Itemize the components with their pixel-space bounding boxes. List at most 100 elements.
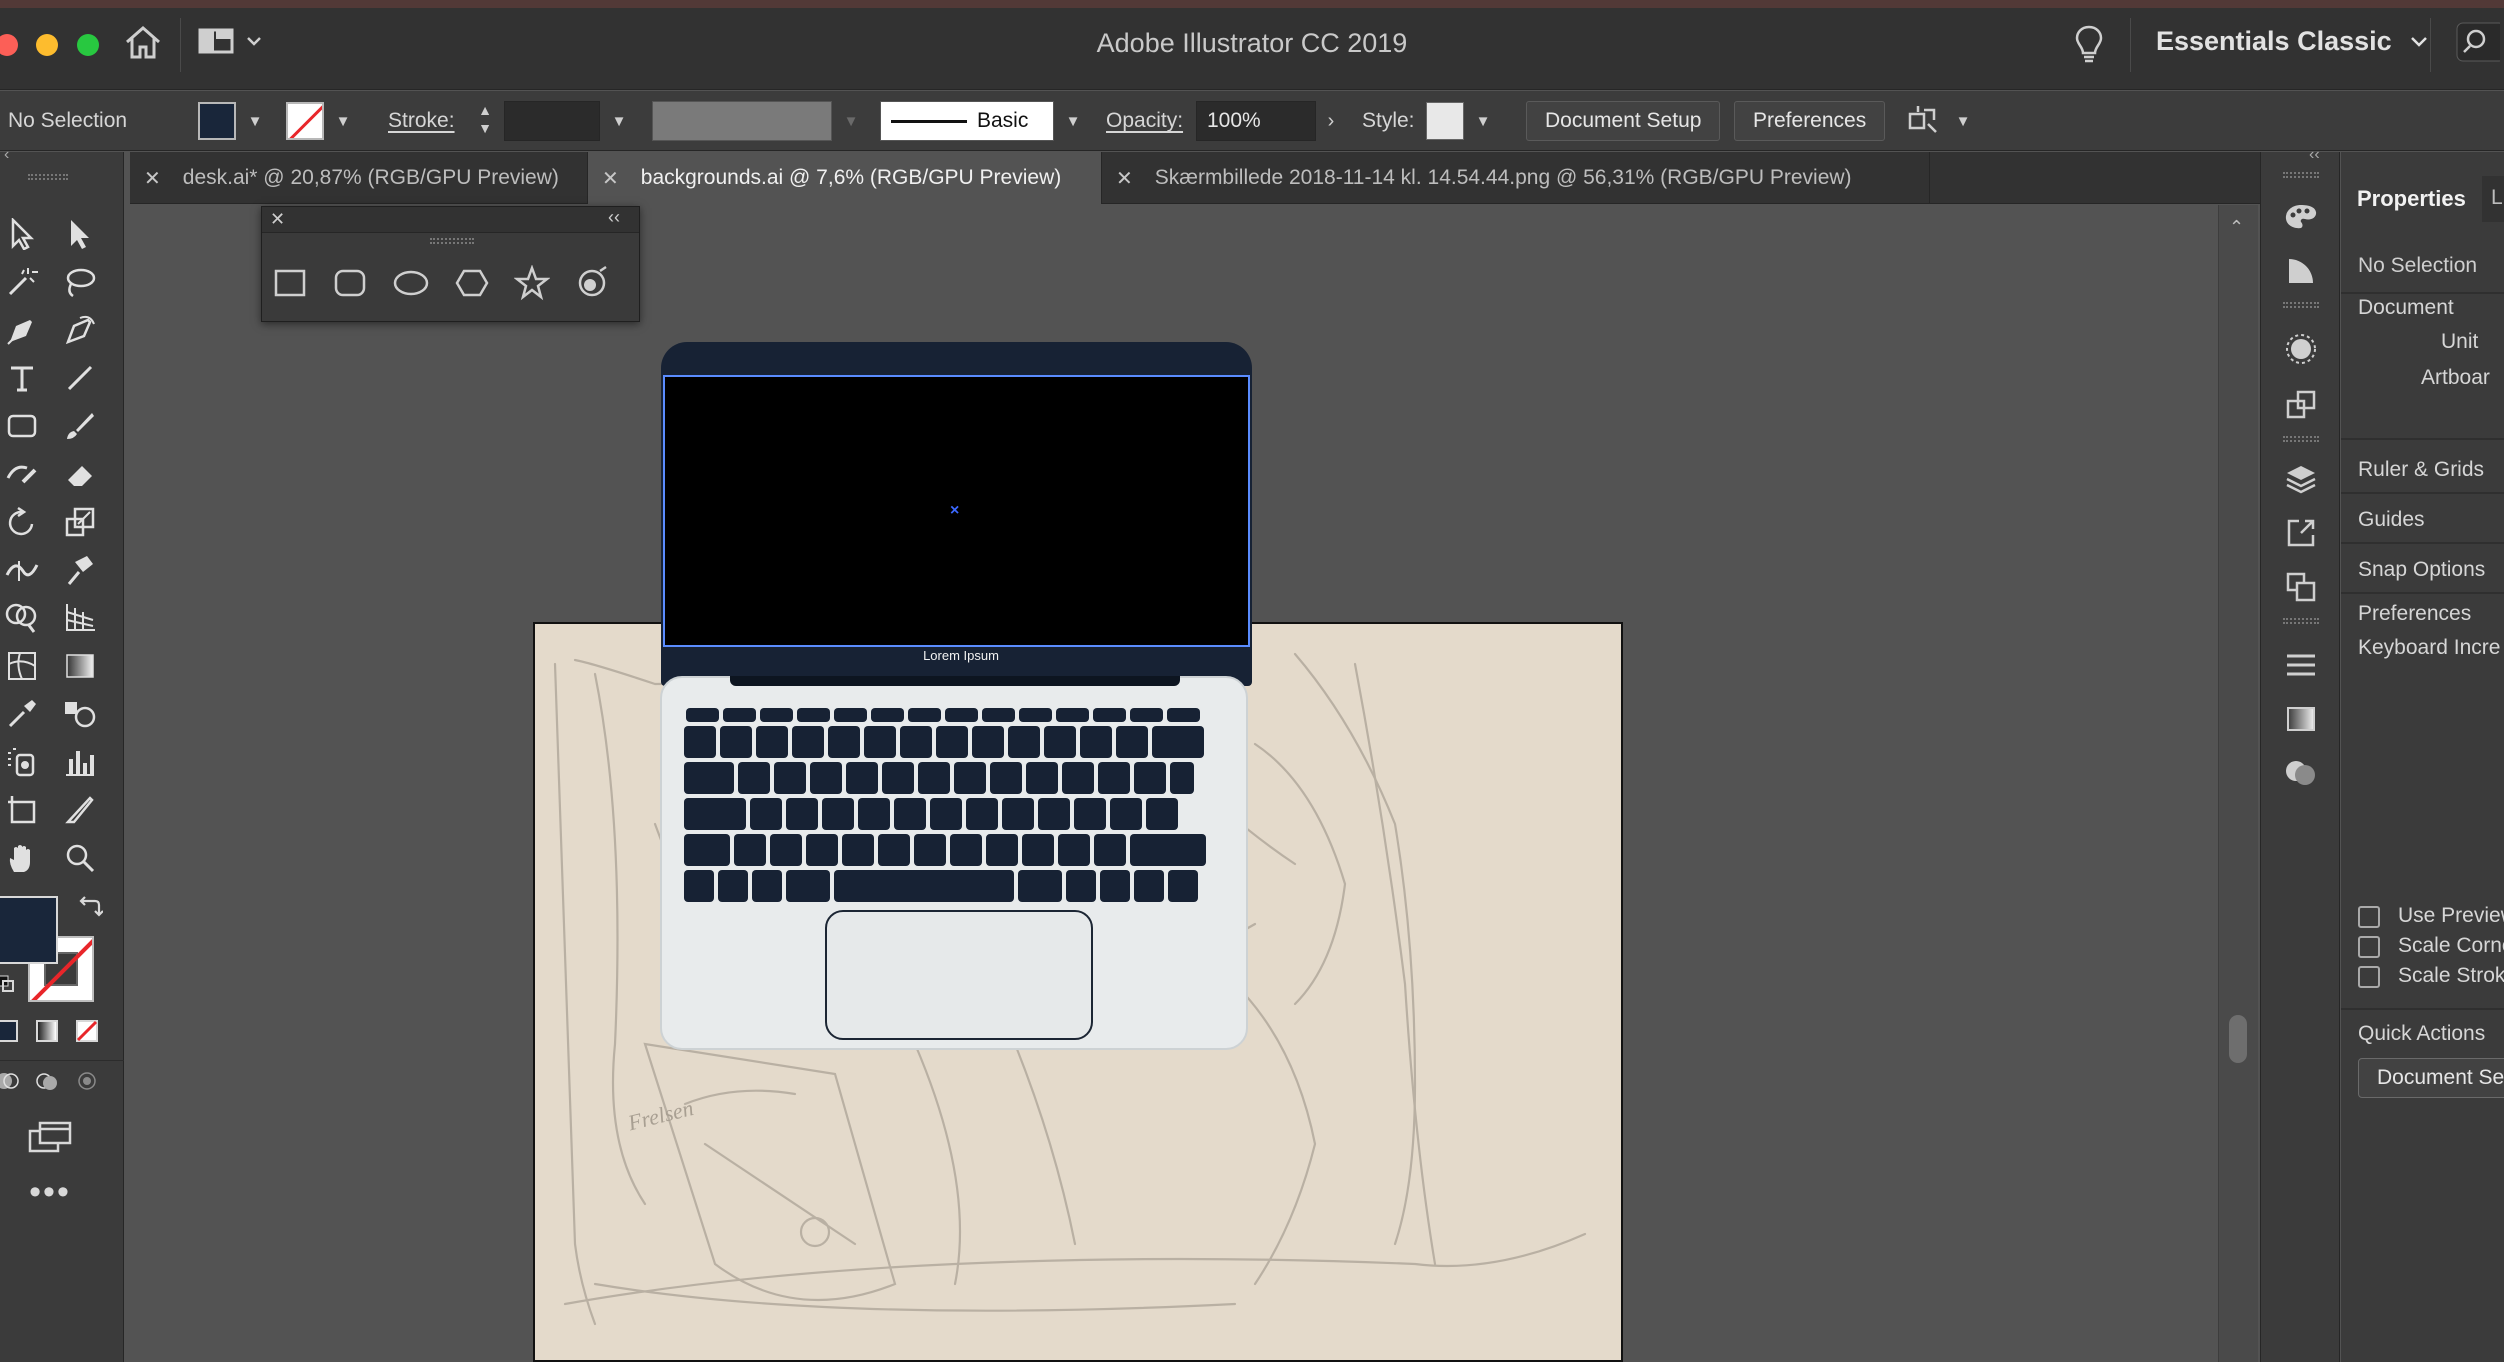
tab-screenshot[interactable]: ✕ Skærmbillede 2018-11-14 kl. 14.54.44.p… [1102,152,1930,204]
opacity-label[interactable]: Opacity: [1106,91,1183,151]
artboards-icon[interactable] [2276,564,2326,610]
scroll-up-icon[interactable]: ⌃ [2229,217,2244,238]
tab-desk[interactable]: ✕ desk.ai* @ 20,87% (RGB/GPU Preview) [130,152,588,204]
tab-backgrounds[interactable]: ✕ backgrounds.ai @ 7,6% (RGB/GPU Preview… [588,152,1102,204]
fill-swatch[interactable] [198,102,236,140]
variable-width-dropdown[interactable]: ▼ [836,101,866,141]
search-help-icon[interactable] [2456,22,2500,62]
width-tool-icon[interactable] [0,548,44,592]
stroke-swatch-dropdown[interactable]: ▼ [328,101,358,141]
guides-section[interactable]: Guides [2358,508,2425,532]
draw-normal-icon[interactable] [0,1066,22,1096]
shaper-tool-icon[interactable] [0,452,44,496]
mesh-tool-icon[interactable] [0,644,44,688]
polygon-icon[interactable] [454,265,490,301]
home-icon[interactable] [124,24,162,60]
minimize-window-button[interactable] [36,34,58,56]
preferences-section[interactable]: Preferences [2358,602,2471,626]
stroke-weight-dropdown[interactable]: ▼ [604,101,634,141]
collapse-panel-icon[interactable]: ‹‹ [608,207,620,228]
tab-libraries[interactable]: L [2491,186,2503,210]
graphic-style-swatch[interactable] [1426,102,1464,140]
flare-icon[interactable] [574,265,610,301]
scrollbar-thumb[interactable] [2229,1015,2247,1063]
color-palette-icon[interactable] [2276,194,2326,240]
rectangle-tool-icon[interactable] [0,404,44,448]
snap-options-section[interactable]: Snap Options [2358,558,2485,582]
none-mode-icon[interactable] [72,1016,102,1046]
default-fill-stroke-icon[interactable] [0,972,18,996]
document-setup-button[interactable]: Document Setup [1526,101,1721,141]
graphic-style-dropdown[interactable]: ▼ [1468,101,1498,141]
swap-fill-stroke-icon[interactable] [70,892,110,922]
gradient-tool-icon[interactable] [58,644,102,688]
color-mode-icon[interactable] [0,1016,22,1046]
variable-width-profile[interactable] [652,101,832,141]
opacity-field[interactable]: 100% [1196,101,1316,141]
ellipse-icon[interactable] [392,265,430,301]
vertical-scrollbar[interactable]: ⌃ [2218,205,2258,1362]
color-guide-icon[interactable] [2276,248,2326,294]
layers-icon[interactable] [2276,456,2326,502]
rounded-rectangle-icon[interactable] [332,265,368,301]
fill-color-box[interactable] [0,896,58,964]
tab-properties[interactable]: Properties [2341,176,2482,222]
lasso-icon[interactable] [58,260,102,304]
perspective-grid-icon[interactable] [58,596,102,640]
gradient-mode-icon[interactable] [32,1016,62,1046]
close-tab-icon[interactable]: ✕ [144,166,161,191]
brush-dropdown[interactable]: ▼ [1058,101,1088,141]
quick-document-setup-button[interactable]: Document Se [2358,1058,2504,1098]
stroke-weight-stepper[interactable]: ▲ ▼ [468,101,502,141]
opacity-arrow[interactable]: › [1316,101,1346,141]
selection-tool-icon[interactable] [0,212,44,256]
gradient-panel-icon[interactable] [2276,696,2326,742]
shape-builder-icon[interactable] [0,596,44,640]
pen-tool-icon[interactable] [0,308,44,352]
scale-strokes-checkbox[interactable] [2358,966,2380,988]
export-icon[interactable] [2276,510,2326,556]
use-preview-checkbox[interactable] [2358,906,2380,928]
rotate-tool-icon[interactable] [0,500,44,544]
zoom-tool-icon[interactable] [58,836,102,880]
screen-mode-icon[interactable] [26,1118,74,1158]
fill-dropdown[interactable]: ▼ [240,101,270,141]
arrange-icon[interactable] [1906,91,1940,151]
line-tool-icon[interactable] [58,356,102,400]
close-tab-icon[interactable]: ✕ [602,166,619,191]
direct-selection-tool-icon[interactable] [58,212,102,256]
arrange-documents-icon[interactable] [198,24,268,60]
arrange-dropdown[interactable]: ▼ [1948,101,1978,141]
ruler-grids-section[interactable]: Ruler & Grids [2358,458,2484,482]
puppet-warp-icon[interactable] [58,548,102,592]
column-graph-icon[interactable] [58,740,102,784]
stroke-swatch[interactable] [286,102,324,140]
scale-tool-icon[interactable] [58,500,102,544]
stroke-panel-icon[interactable] [2276,642,2326,688]
paintbrush-icon[interactable] [58,404,102,448]
transparency-icon[interactable] [2276,750,2326,796]
close-window-button[interactable] [0,34,18,56]
draw-inside-icon[interactable] [72,1066,102,1096]
curvature-tool-icon[interactable] [58,308,102,352]
preferences-button[interactable]: Preferences [1734,101,1886,141]
artboard-tool-icon[interactable] [0,788,44,832]
eyedropper-icon[interactable] [0,692,44,736]
close-panel-icon[interactable]: ✕ [270,209,285,230]
star-icon[interactable] [514,265,550,301]
blend-tool-icon[interactable] [58,692,102,736]
type-tool-icon[interactable] [0,356,44,400]
symbol-sprayer-icon[interactable] [0,740,44,784]
slice-tool-icon[interactable] [58,788,102,832]
zoom-window-button[interactable] [77,34,99,56]
eraser-icon[interactable] [58,452,102,496]
close-tab-icon[interactable]: ✕ [1116,166,1133,191]
stroke-label[interactable]: Stroke: [388,91,455,151]
magic-wand-icon[interactable] [0,260,44,304]
hand-tool-icon[interactable] [0,836,44,880]
appearance-icon[interactable] [2276,326,2326,372]
rectangle-icon[interactable] [272,265,308,301]
brush-definition-field[interactable]: Basic [880,101,1054,141]
workspace-switcher[interactable]: Essentials Classic [2156,26,2428,57]
edit-toolbar-icon[interactable]: ••• [26,1172,74,1212]
